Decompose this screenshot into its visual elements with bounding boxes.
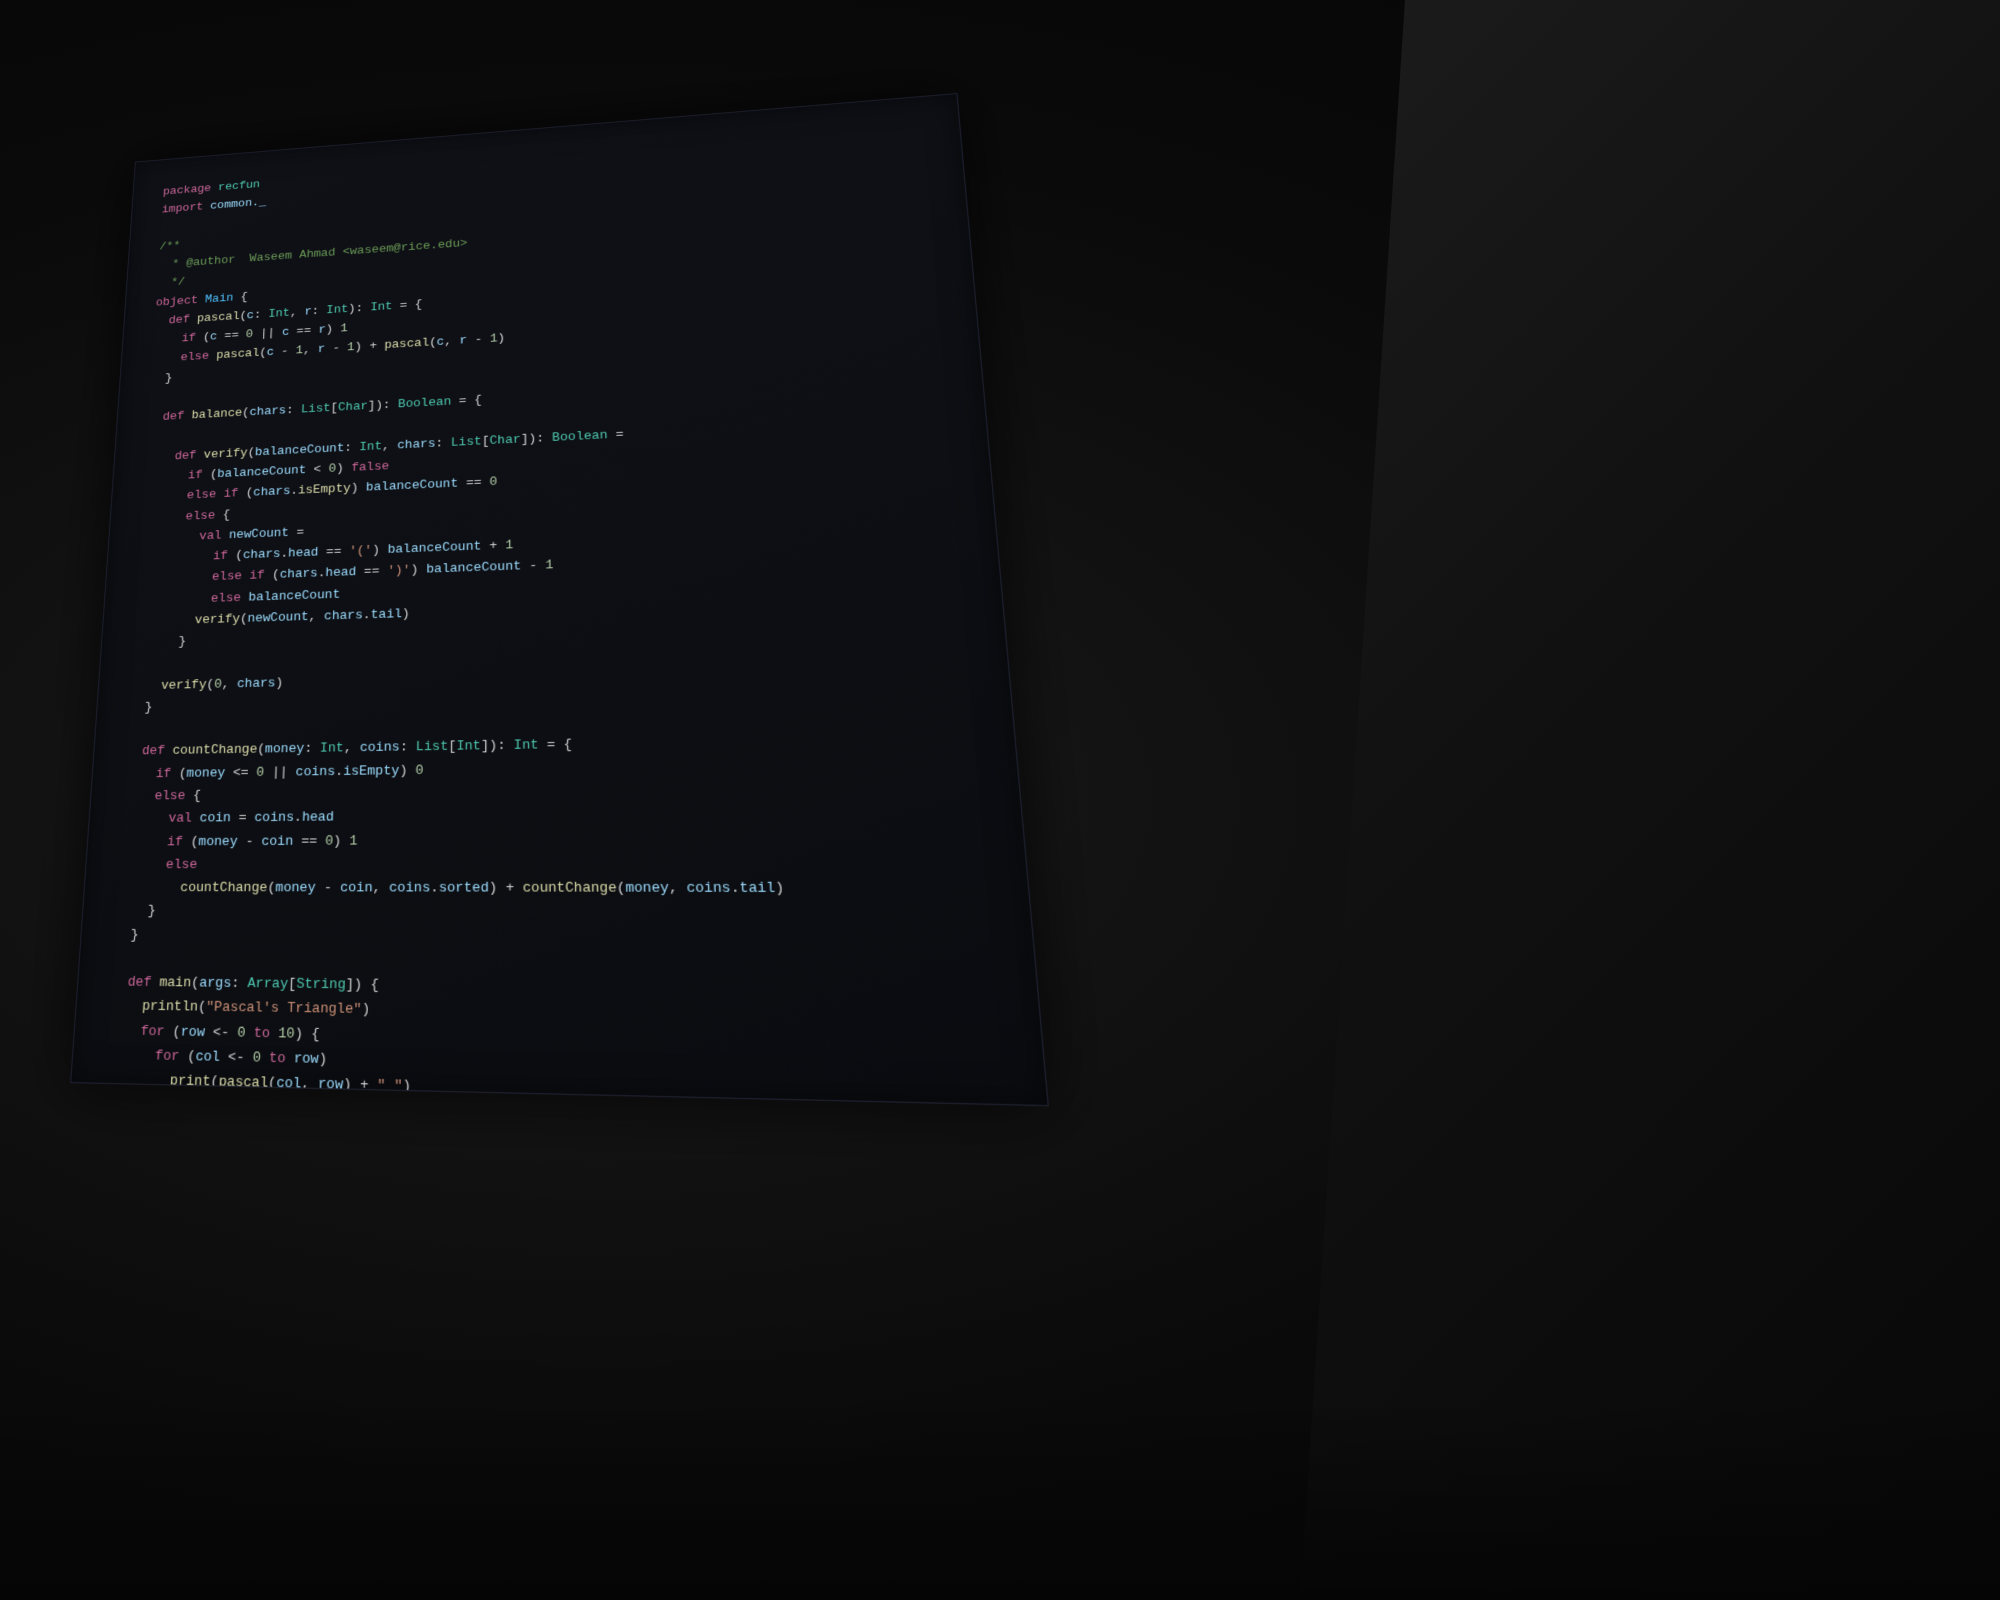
code-editor: package recfun import common._ /** * @au… <box>70 93 1049 1106</box>
code-line-35: countChange(money - coin, coins.sorted) … <box>117 877 988 903</box>
code-line-34: else <box>119 852 987 878</box>
scene: package recfun import common._ /** * @au… <box>0 0 2000 1600</box>
code-line-33: if (money - coin == 0) 1 <box>120 827 984 855</box>
right-panel <box>1300 0 2000 1600</box>
